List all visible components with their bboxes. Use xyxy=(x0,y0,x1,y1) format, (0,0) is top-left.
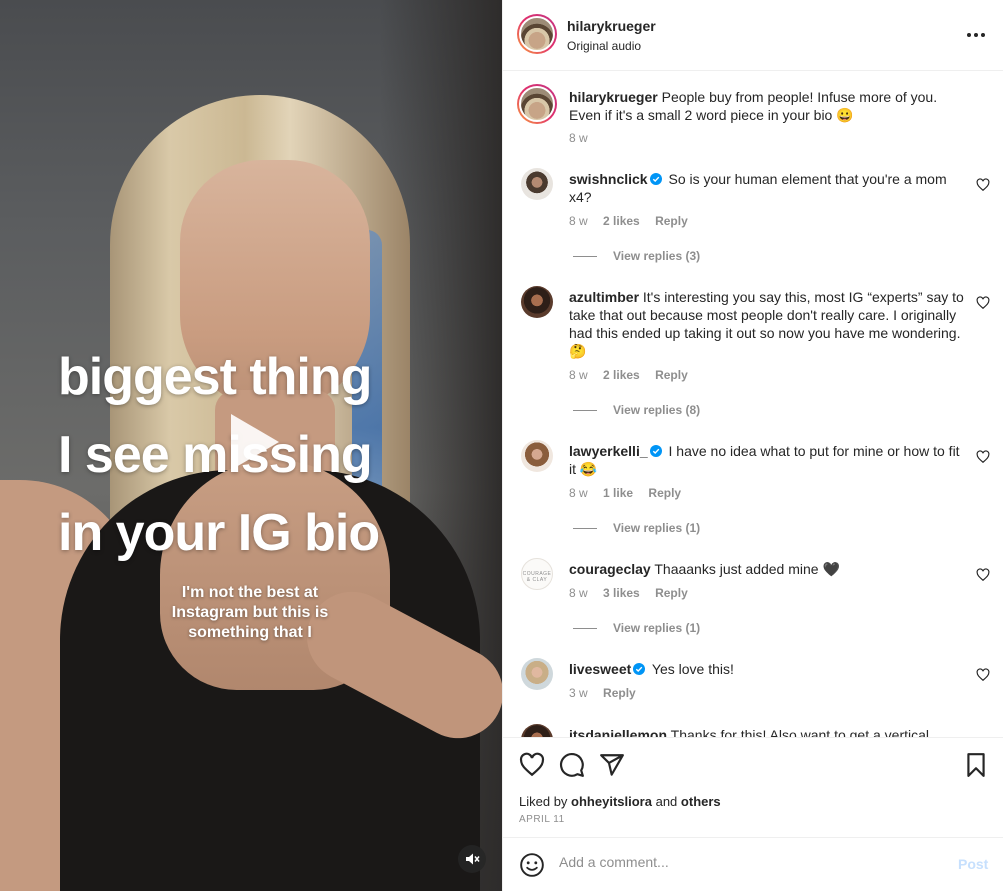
comment-likes[interactable]: 3 likes xyxy=(603,586,640,600)
commenter-username[interactable]: courageclay xyxy=(569,561,651,577)
commenter-username[interactable]: itsdaniellemon xyxy=(569,727,667,737)
share-icon[interactable] xyxy=(599,752,625,778)
comment-like-heart-icon[interactable] xyxy=(976,296,990,310)
author-avatar-image xyxy=(519,86,555,122)
caption-text-block: hilarykrueger People buy from people! In… xyxy=(569,88,969,124)
view-replies-button[interactable]: View replies (3) xyxy=(573,249,700,263)
view-replies-button[interactable]: View replies (1) xyxy=(573,521,700,535)
comment-meta: 8 w 3 likes Reply xyxy=(569,586,700,600)
comment-time[interactable]: 3 w xyxy=(569,686,588,700)
video-subtitle: I'm not the best at Instagram but this i… xyxy=(150,583,350,643)
comment-like-heart-icon[interactable] xyxy=(976,568,990,582)
comment-time[interactable]: 8 w xyxy=(569,214,588,228)
replies-divider xyxy=(573,256,597,258)
comment-text-block: livesweet Yes love this! xyxy=(569,660,969,678)
replies-divider xyxy=(573,628,597,630)
commenter-username[interactable]: swishnclick xyxy=(569,171,648,187)
add-comment-bar: Post xyxy=(503,837,1003,891)
comment-meta: 8 w 1 like Reply xyxy=(569,486,693,500)
comment-text: Thaaanks just added mine 🖤 xyxy=(654,561,840,577)
comment-likes[interactable]: 1 like xyxy=(603,486,633,500)
comment-time[interactable]: 8 w xyxy=(569,586,588,600)
author-username[interactable]: hilarykrueger xyxy=(567,18,656,34)
liked-by-others[interactable]: others xyxy=(681,794,721,809)
commenter-username[interactable]: livesweet xyxy=(569,661,631,677)
caption-username[interactable]: hilarykrueger xyxy=(569,89,658,105)
replies-divider xyxy=(573,410,597,412)
view-replies-button[interactable]: View replies (1) xyxy=(573,621,700,635)
comment-meta: 8 w 2 likes Reply xyxy=(569,214,700,228)
verified-badge-icon xyxy=(633,663,646,675)
replies-divider xyxy=(573,528,597,530)
comment-likes[interactable]: 2 likes xyxy=(603,368,640,382)
comment-text-block: swishnclick So is your human element tha… xyxy=(569,170,969,206)
video-caption-line: biggest thing xyxy=(58,348,372,406)
reply-button[interactable]: Reply xyxy=(603,686,636,700)
author-avatar[interactable] xyxy=(517,14,557,54)
comments-list[interactable]: hilarykrueger People buy from people! In… xyxy=(503,72,1003,737)
post-date[interactable]: APRIL 11 xyxy=(519,814,565,825)
play-icon[interactable] xyxy=(221,410,285,474)
reel-video[interactable]: biggest thing I see missing in your IG b… xyxy=(0,0,502,891)
commenter-avatar[interactable] xyxy=(521,168,553,200)
video-subtitle-line: something that I xyxy=(188,624,312,641)
comment-like-heart-icon[interactable] xyxy=(976,668,990,682)
view-replies-label: View replies (1) xyxy=(613,621,701,635)
view-replies-button[interactable]: View replies (8) xyxy=(573,403,700,417)
comment-icon[interactable] xyxy=(559,752,585,778)
comment-input[interactable] xyxy=(559,854,939,870)
muted-speaker-icon[interactable] xyxy=(458,845,486,873)
post-header: hilarykrueger Original audio xyxy=(503,0,1003,71)
comment-time[interactable]: 8 w xyxy=(569,368,588,382)
comment-text-block: itsdaniellemon Thanks for this! Also wan… xyxy=(569,726,969,737)
comment-text-block: azultimber It's interesting you say this… xyxy=(569,288,969,360)
post-comment-button[interactable]: Post xyxy=(958,856,988,872)
author-avatar[interactable] xyxy=(517,84,557,124)
comment-text-block: courageclay Thaaanks just added mine 🖤 xyxy=(569,560,969,578)
verified-badge-icon xyxy=(649,173,662,185)
liked-by-text: Liked by ohheyitsliora and others xyxy=(519,794,721,809)
commenter-username[interactable]: azultimber xyxy=(569,289,639,305)
heart-icon[interactable] xyxy=(519,752,545,778)
comment-time[interactable]: 8 w xyxy=(569,486,588,500)
audio-label[interactable]: Original audio xyxy=(567,39,641,53)
post-details-panel: hilarykrueger Original audio hilarykrueg… xyxy=(502,0,1003,891)
reply-button[interactable]: Reply xyxy=(655,368,688,382)
bookmark-icon[interactable] xyxy=(963,752,989,778)
comment-meta: 3 w Reply xyxy=(569,686,648,700)
author-avatar-image xyxy=(519,16,555,52)
comment-text: Yes love this! xyxy=(651,661,734,677)
liked-by-user[interactable]: ohheyitsliora xyxy=(571,794,652,809)
caption-meta: 8 w xyxy=(569,131,600,145)
video-caption-line: in your IG bio xyxy=(58,504,380,562)
caption-time[interactable]: 8 w xyxy=(569,131,588,145)
view-replies-label: View replies (8) xyxy=(613,403,701,417)
commenter-avatar[interactable] xyxy=(521,724,553,737)
view-replies-label: View replies (1) xyxy=(613,521,701,535)
video-subtitle-line: I'm not the best at xyxy=(181,584,319,601)
liked-by-and: and xyxy=(655,794,678,809)
comment-like-heart-icon[interactable] xyxy=(976,450,990,464)
emoji-icon[interactable] xyxy=(519,852,545,878)
video-subtitle-line: Instagram but this is xyxy=(171,604,329,621)
liked-by-prefix: Liked by xyxy=(519,794,568,809)
comment-text-block: lawyerkelli_ I have no idea what to put … xyxy=(569,442,969,478)
more-options-icon[interactable] xyxy=(965,24,987,46)
commenter-avatar[interactable] xyxy=(521,440,553,472)
view-replies-label: View replies (3) xyxy=(613,249,701,263)
comment-meta: 8 w 2 likes Reply xyxy=(569,368,700,382)
comment-likes[interactable]: 2 likes xyxy=(603,214,640,228)
commenter-avatar-logo: COURAGE & CLAY xyxy=(522,571,552,583)
reply-button[interactable]: Reply xyxy=(655,586,688,600)
reply-button[interactable]: Reply xyxy=(655,214,688,228)
reply-button[interactable]: Reply xyxy=(648,486,681,500)
post-actions: Liked by ohheyitsliora and others APRIL … xyxy=(503,737,1003,837)
comment-like-heart-icon[interactable] xyxy=(976,178,990,192)
verified-badge-icon xyxy=(649,445,662,457)
commenter-avatar[interactable] xyxy=(521,658,553,690)
commenter-avatar[interactable] xyxy=(521,286,553,318)
commenter-username[interactable]: lawyerkelli_ xyxy=(569,443,648,459)
commenter-avatar[interactable]: COURAGE & CLAY xyxy=(521,558,553,590)
comment-text: Thanks for this! Also want to get a vert… xyxy=(670,727,930,737)
